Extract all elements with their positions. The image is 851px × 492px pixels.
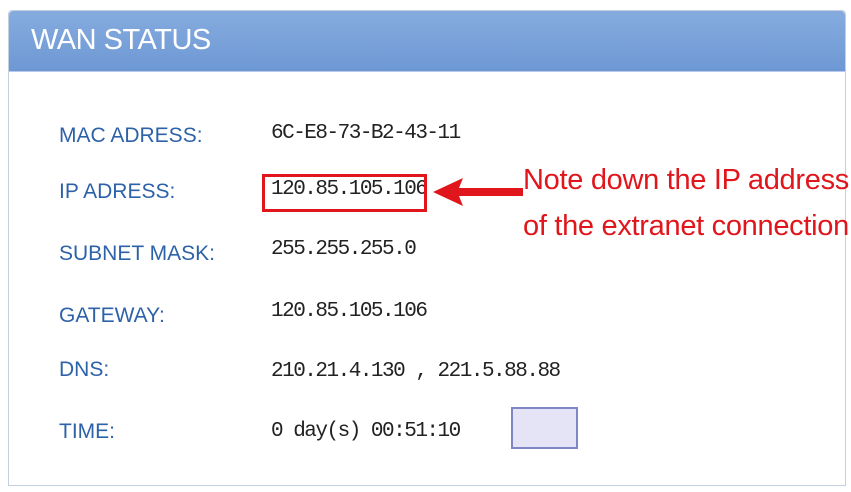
red-arrow-icon (433, 178, 523, 206)
ip-address-label: IP ADRESS: (59, 180, 176, 203)
time-value: 0 day(s) 00:51:10 (271, 420, 461, 443)
panel-body: MAC ADRESS: 6C-E8-73-B2-43-11 IP ADRESS:… (9, 71, 849, 485)
annotation-line-1: Note down the IP address (523, 164, 849, 196)
ip-address-highlight-box (262, 174, 427, 212)
dns-value: 210.21.4.130 , 221.5.88.88 (271, 360, 561, 383)
gateway-value: 120.85.105.106 (271, 300, 428, 323)
dns-label: DNS: (59, 358, 110, 381)
time-swatch (511, 407, 578, 449)
time-label: TIME: (59, 420, 115, 443)
gateway-label: GATEWAY: (59, 304, 165, 327)
panel-header: WAN STATUS (9, 11, 845, 71)
annotation-line-2: of the extranet connection (523, 210, 849, 242)
subnet-mask-value: 255.255.255.0 (271, 238, 417, 261)
subnet-mask-label: SUBNET MASK: (59, 242, 215, 265)
wan-status-panel: WAN STATUS MAC ADRESS: 6C-E8-73-B2-43-11… (8, 10, 849, 486)
panel-title: WAN STATUS (31, 24, 211, 56)
mac-address-label: MAC ADRESS: (59, 124, 203, 147)
mac-address-value: 6C-E8-73-B2-43-11 (271, 122, 461, 145)
